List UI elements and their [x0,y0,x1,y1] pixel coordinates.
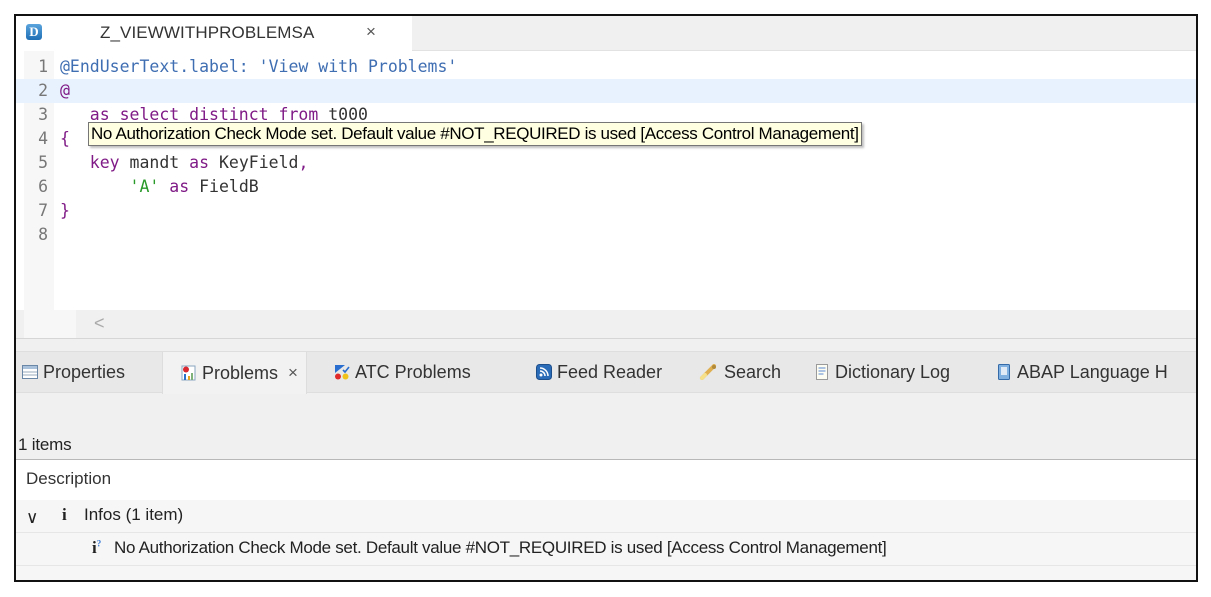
tab-label: ATC Problems [355,361,471,382]
editor-tab-bar: D Z_VIEWWITHPROBLEMSA × [16,16,1196,51]
line-number: 8 [38,225,48,244]
tab-problems[interactable]: Problems × [162,352,307,394]
code-token: as [189,153,219,172]
tab-label: Properties [43,361,126,382]
code-line[interactable]: 8 [16,223,1196,247]
column-header-label: Description [26,469,112,488]
tab-label: Dictionary Log [835,361,951,382]
group-label: Infos (1 item) [84,505,184,524]
atc-problems-icon [334,364,350,380]
views-tab-bar: Properties Problems × ATC Problems Feed [16,351,1196,394]
code-token: key [60,153,130,172]
code-token: @EndUserText.label: 'View with Problems' [60,57,458,76]
tab-atc-problems[interactable]: ATC Problems [334,352,471,392]
tab-properties[interactable]: Properties [22,352,125,392]
properties-icon [22,364,38,380]
code-text: @EndUserText.label: 'View with Problems' [60,55,457,79]
editor-tab-z-viewwithproblemsa[interactable]: D Z_VIEWWITHPROBLEMSA × [16,16,412,51]
code-token: 'A' [60,177,170,196]
info-icon: i [62,505,67,524]
chevron-down-icon[interactable]: ∨ [26,508,38,528]
code-line[interactable]: i 2 @ [16,79,1196,103]
close-icon[interactable]: × [288,363,298,383]
code-line[interactable]: 1 @EndUserText.label: 'View with Problems… [16,55,1196,79]
feed-reader-icon [536,364,552,380]
tree-row-message[interactable]: i? No Authorization Check Mode set. Defa… [16,533,1196,566]
code-line[interactable]: 6 'A' as FieldB [16,175,1196,199]
code-line[interactable]: 7} [16,199,1196,223]
code-token: { [60,129,70,148]
code-text: } [60,199,70,223]
problems-icon [181,365,197,381]
tab-feed-reader[interactable]: Feed Reader [536,352,662,392]
line-number: 6 [38,177,48,196]
line-number: 2 [38,81,48,100]
code-token: FieldB [199,177,259,196]
code-token: @ [60,81,70,100]
tab-label: Problems [202,362,279,383]
code-line[interactable]: 5 key mandt as KeyField, [16,151,1196,175]
code-text: { [60,127,70,151]
tab-label: ABAP Language H [1017,361,1168,382]
line-number: 7 [38,201,48,220]
bottom-views-panel: Properties Problems × ATC Problems Feed [16,338,1196,580]
code-text: @ [60,79,70,103]
close-icon[interactable]: × [366,22,376,42]
info-quickfix-icon: i? [92,538,102,557]
info-marker-icon[interactable]: i [14,79,15,103]
tab-search[interactable]: Search [699,352,781,392]
eclipse-window: D Z_VIEWWITHPROBLEMSA × 1 @EndUserText.la… [14,14,1198,582]
tab-abap-language-help[interactable]: ABAP Language H [996,352,1168,392]
scroll-left-arrow-icon[interactable]: < [94,313,105,334]
code-text: key mandt as KeyField, [60,151,309,175]
editor-tab-label: Z_VIEWWITHPROBLEMSA [100,23,315,42]
code-token: as [169,177,200,196]
scroll-gutter [24,310,76,338]
code-text: 'A' as FieldB [60,175,259,199]
line-number: 3 [38,105,48,124]
tab-label: Search [724,361,782,382]
code-token: KeyField [218,153,299,172]
code-token: , [298,153,309,172]
dictionary-log-icon [814,364,830,380]
tab-dictionary-log[interactable]: Dictionary Log [814,352,950,392]
empty-row [16,566,1196,580]
column-header-description[interactable]: Description [16,460,1196,500]
code-token: mandt [129,153,190,172]
code-editor[interactable]: 1 @EndUserText.label: 'View with Problems… [16,51,1196,311]
problems-table: Description ∨ i Infos (1 item) i? No Aut… [16,459,1196,580]
ddic-source-icon: D [26,24,42,40]
hover-tooltip: No Authorization Check Mode set. Default… [88,122,862,146]
abap-language-help-icon [996,364,1012,380]
message-description: No Authorization Check Mode set. Default… [114,538,887,557]
line-number: 1 [38,57,48,76]
code-token: } [60,201,70,220]
tree-row-infos-group[interactable]: ∨ i Infos (1 item) [16,500,1196,533]
horizontal-scrollbar[interactable]: < [16,310,1196,338]
items-count: 1 items [18,435,72,454]
line-number: 4 [38,129,48,148]
line-number: 5 [38,153,48,172]
search-icon [699,364,719,380]
tab-label: Feed Reader [557,361,663,382]
